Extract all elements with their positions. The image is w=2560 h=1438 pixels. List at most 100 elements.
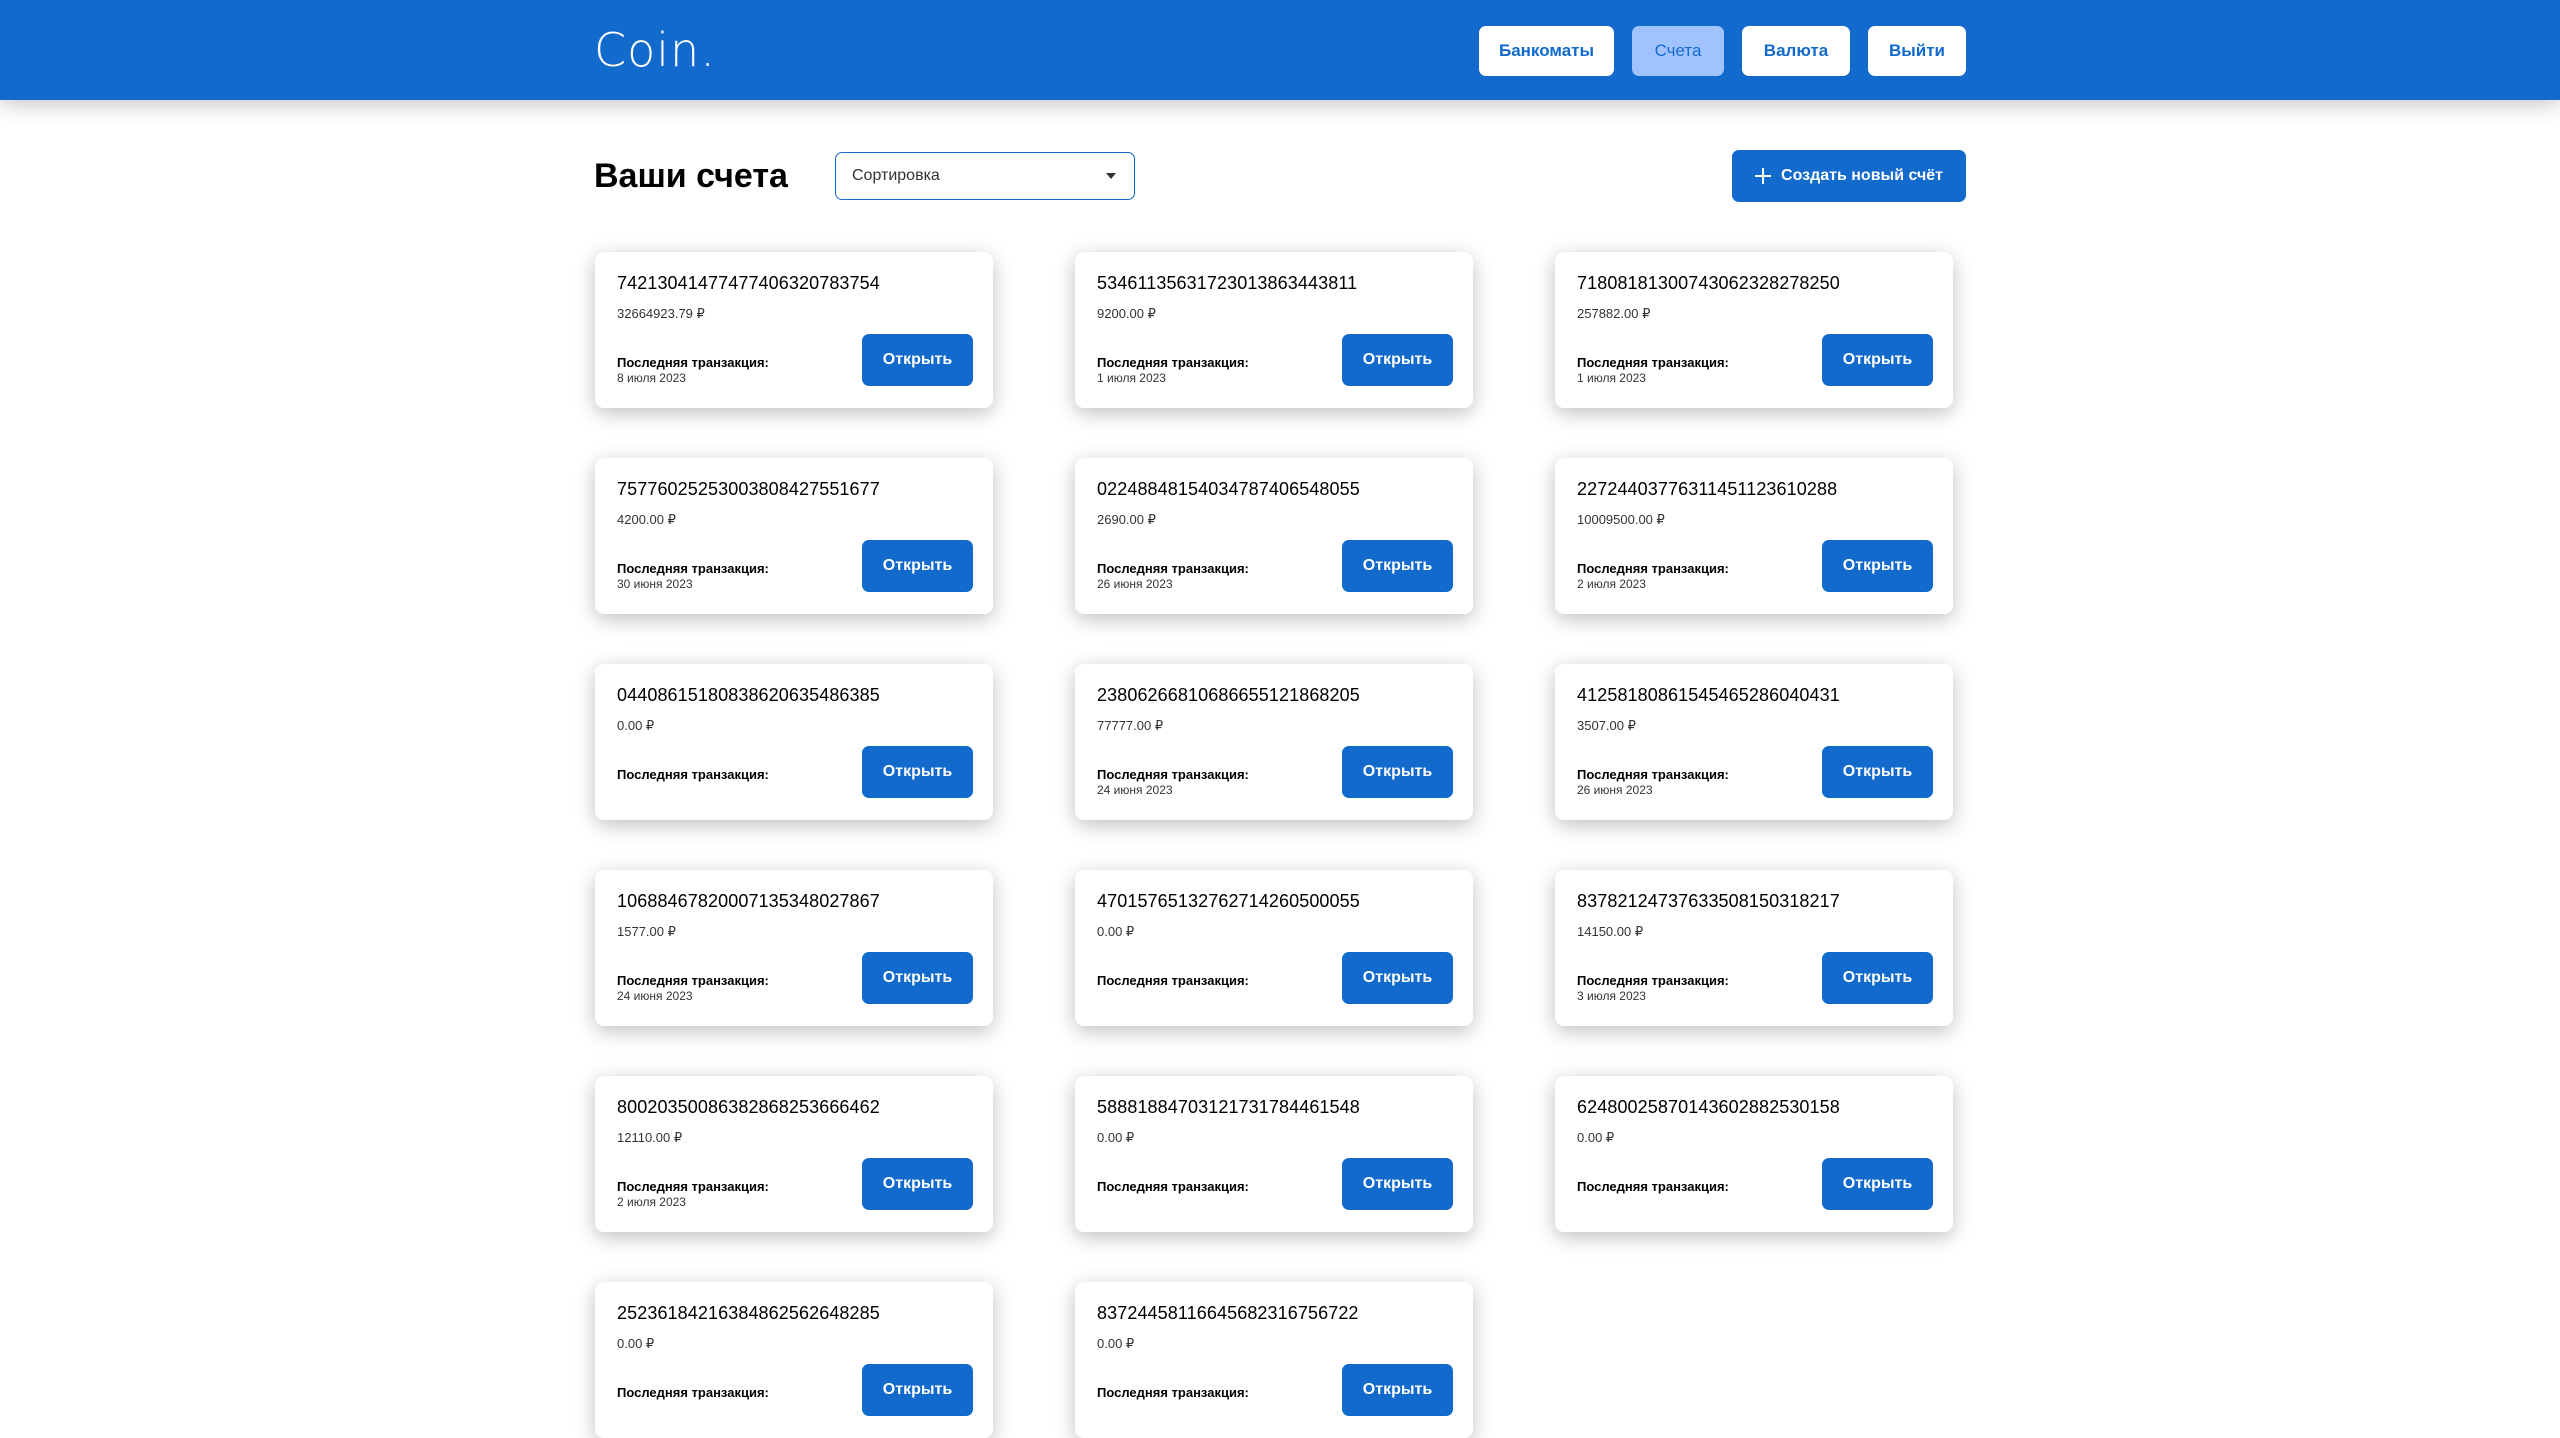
last-transaction-date: 30 июня 2023 [617,577,693,591]
sort-select-value: Сортировка [852,167,940,184]
account-balance: 9200.00 ₽ [1097,306,1156,321]
account-balance: 4200.00 ₽ [617,512,676,527]
logo: Coin. [594,23,716,77]
open-account-button[interactable]: Открыть [1342,1364,1453,1416]
open-account-button[interactable]: Открыть [862,746,973,798]
create-account-label: Создать новый счёт [1781,167,1943,184]
open-account-button[interactable]: Открыть [1342,540,1453,592]
open-account-button[interactable]: Открыть [1342,952,1453,1004]
account-card: 53461135631723013863443811 9200.00 ₽ Пос… [1075,252,1473,408]
account-number: 23806266810686655121868205 [1097,685,1360,705]
main-nav: Банкоматы Счета Валюта Выйти [1479,26,1966,76]
nav-logout-button[interactable]: Выйти [1868,26,1966,76]
account-balance: 0.00 ₽ [617,718,655,733]
last-transaction-label: Последняя транзакция: [1577,767,1729,782]
account-balance: 0.00 ₽ [617,1336,655,1351]
chevron-down-icon [1106,173,1116,179]
account-card: 75776025253003808427551677 4200.00 ₽ Пос… [595,458,993,614]
accounts-toolbar: Ваши счета Сортировка Создать новый счёт [594,150,1966,202]
last-transaction-label: Последняя транзакция: [617,355,769,370]
account-number: 62480025870143602882530158 [1577,1097,1840,1117]
account-number: 53461135631723013863443811 [1097,273,1358,293]
account-card: 83724458116645682316756722 0.00 ₽ Послед… [1075,1282,1473,1438]
last-transaction-label: Последняя транзакция: [617,561,769,576]
account-card: 71808181300743062328278250 257882.00 ₽ П… [1555,252,1953,408]
open-account-button[interactable]: Открыть [862,952,973,1004]
last-transaction-label: Последняя транзакция: [1577,355,1729,370]
account-balance: 257882.00 ₽ [1577,306,1651,321]
last-transaction-date: 26 июня 2023 [1577,783,1653,797]
account-number: 74213041477477406320783754 [617,273,880,293]
sort-select[interactable]: Сортировка [835,152,1135,200]
last-transaction-date: 24 июня 2023 [617,989,693,1003]
account-card: 23806266810686655121868205 77777.00 ₽ По… [1075,664,1473,820]
last-transaction-label: Последняя транзакция: [1097,1179,1249,1194]
account-balance: 2690.00 ₽ [1097,512,1156,527]
account-card: 74213041477477406320783754 32664923.79 ₽… [595,252,993,408]
account-card: 22724403776311451123610288 10009500.00 ₽… [1555,458,1953,614]
open-account-button[interactable]: Открыть [862,1364,973,1416]
last-transaction-label: Последняя транзакция: [1577,561,1729,576]
plus-icon [1755,168,1772,184]
last-transaction-label: Последняя транзакция: [1577,1179,1729,1194]
account-balance: 1577.00 ₽ [617,924,676,939]
open-account-button[interactable]: Открыть [1342,1158,1453,1210]
account-card: 80020350086382868253666462 12110.00 ₽ По… [595,1076,993,1232]
last-transaction-date: 2 июля 2023 [617,1195,686,1209]
accounts-grid: 74213041477477406320783754 32664923.79 ₽… [595,252,1953,1438]
open-account-button[interactable]: Открыть [1822,540,1933,592]
last-transaction-date: 26 июня 2023 [1097,577,1173,591]
account-card: 47015765132762714260500055 0.00 ₽ Послед… [1075,870,1473,1026]
last-transaction-date: 2 июля 2023 [1577,577,1646,591]
account-balance: 77777.00 ₽ [1097,718,1164,733]
open-account-button[interactable]: Открыть [1822,1158,1933,1210]
account-number: 47015765132762714260500055 [1097,891,1360,911]
account-balance: 0.00 ₽ [1097,1130,1135,1145]
account-card: 62480025870143602882530158 0.00 ₽ Послед… [1555,1076,1953,1232]
account-card: 41258180861545465286040431 3507.00 ₽ Пос… [1555,664,1953,820]
account-card: 25236184216384862562648285 0.00 ₽ Послед… [595,1282,993,1438]
account-number: 25236184216384862562648285 [617,1303,880,1323]
last-transaction-date: 1 июля 2023 [1577,371,1646,385]
last-transaction-label: Последняя транзакция: [1097,1385,1249,1400]
last-transaction-date: 1 июля 2023 [1097,371,1166,385]
open-account-button[interactable]: Открыть [862,334,973,386]
last-transaction-label: Последняя транзакция: [1097,767,1249,782]
open-account-button[interactable]: Открыть [1822,334,1933,386]
open-account-button[interactable]: Открыть [1342,334,1453,386]
create-account-button[interactable]: Создать новый счёт [1732,150,1966,202]
page-title: Ваши счета [594,157,788,195]
nav-currency-button[interactable]: Валюта [1742,26,1850,76]
account-number: 80020350086382868253666462 [617,1097,880,1117]
last-transaction-label: Последняя транзакция: [1097,973,1249,988]
account-card: 58881884703121731784461548 0.00 ₽ Послед… [1075,1076,1473,1232]
open-account-button[interactable]: Открыть [862,540,973,592]
account-number: 04408615180838620635486385 [617,685,880,705]
account-number: 83724458116645682316756722 [1097,1303,1359,1323]
account-balance: 0.00 ₽ [1097,1336,1135,1351]
last-transaction-date: 3 июля 2023 [1577,989,1646,1003]
account-balance: 14150.00 ₽ [1577,924,1644,939]
open-account-button[interactable]: Открыть [1822,746,1933,798]
account-balance: 32664923.79 ₽ [617,306,705,321]
open-account-button[interactable]: Открыть [862,1158,973,1210]
nav-atm-button[interactable]: Банкоматы [1479,26,1614,76]
account-balance: 10009500.00 ₽ [1577,512,1665,527]
last-transaction-label: Последняя транзакция: [1097,561,1249,576]
open-account-button[interactable]: Открыть [1342,746,1453,798]
account-card: 04408615180838620635486385 0.00 ₽ Послед… [595,664,993,820]
account-balance: 0.00 ₽ [1097,924,1135,939]
open-account-button[interactable]: Открыть [1822,952,1933,1004]
account-balance: 12110.00 ₽ [617,1130,683,1145]
account-number: 83782124737633508150318217 [1577,891,1840,911]
account-card: 02248848154034787406548055 2690.00 ₽ Пос… [1075,458,1473,614]
last-transaction-label: Последняя транзакция: [617,1179,769,1194]
account-number: 75776025253003808427551677 [617,479,880,499]
account-card: 10688467820007135348027867 1577.00 ₽ Пос… [595,870,993,1026]
nav-accounts-button[interactable]: Счета [1632,26,1724,76]
account-number: 02248848154034787406548055 [1097,479,1360,499]
account-number: 22724403776311451123610288 [1577,479,1838,499]
account-number: 10688467820007135348027867 [617,891,880,911]
last-transaction-date: 24 июня 2023 [1097,783,1173,797]
app-header: Coin. Банкоматы Счета Валюта Выйти [0,0,2560,100]
